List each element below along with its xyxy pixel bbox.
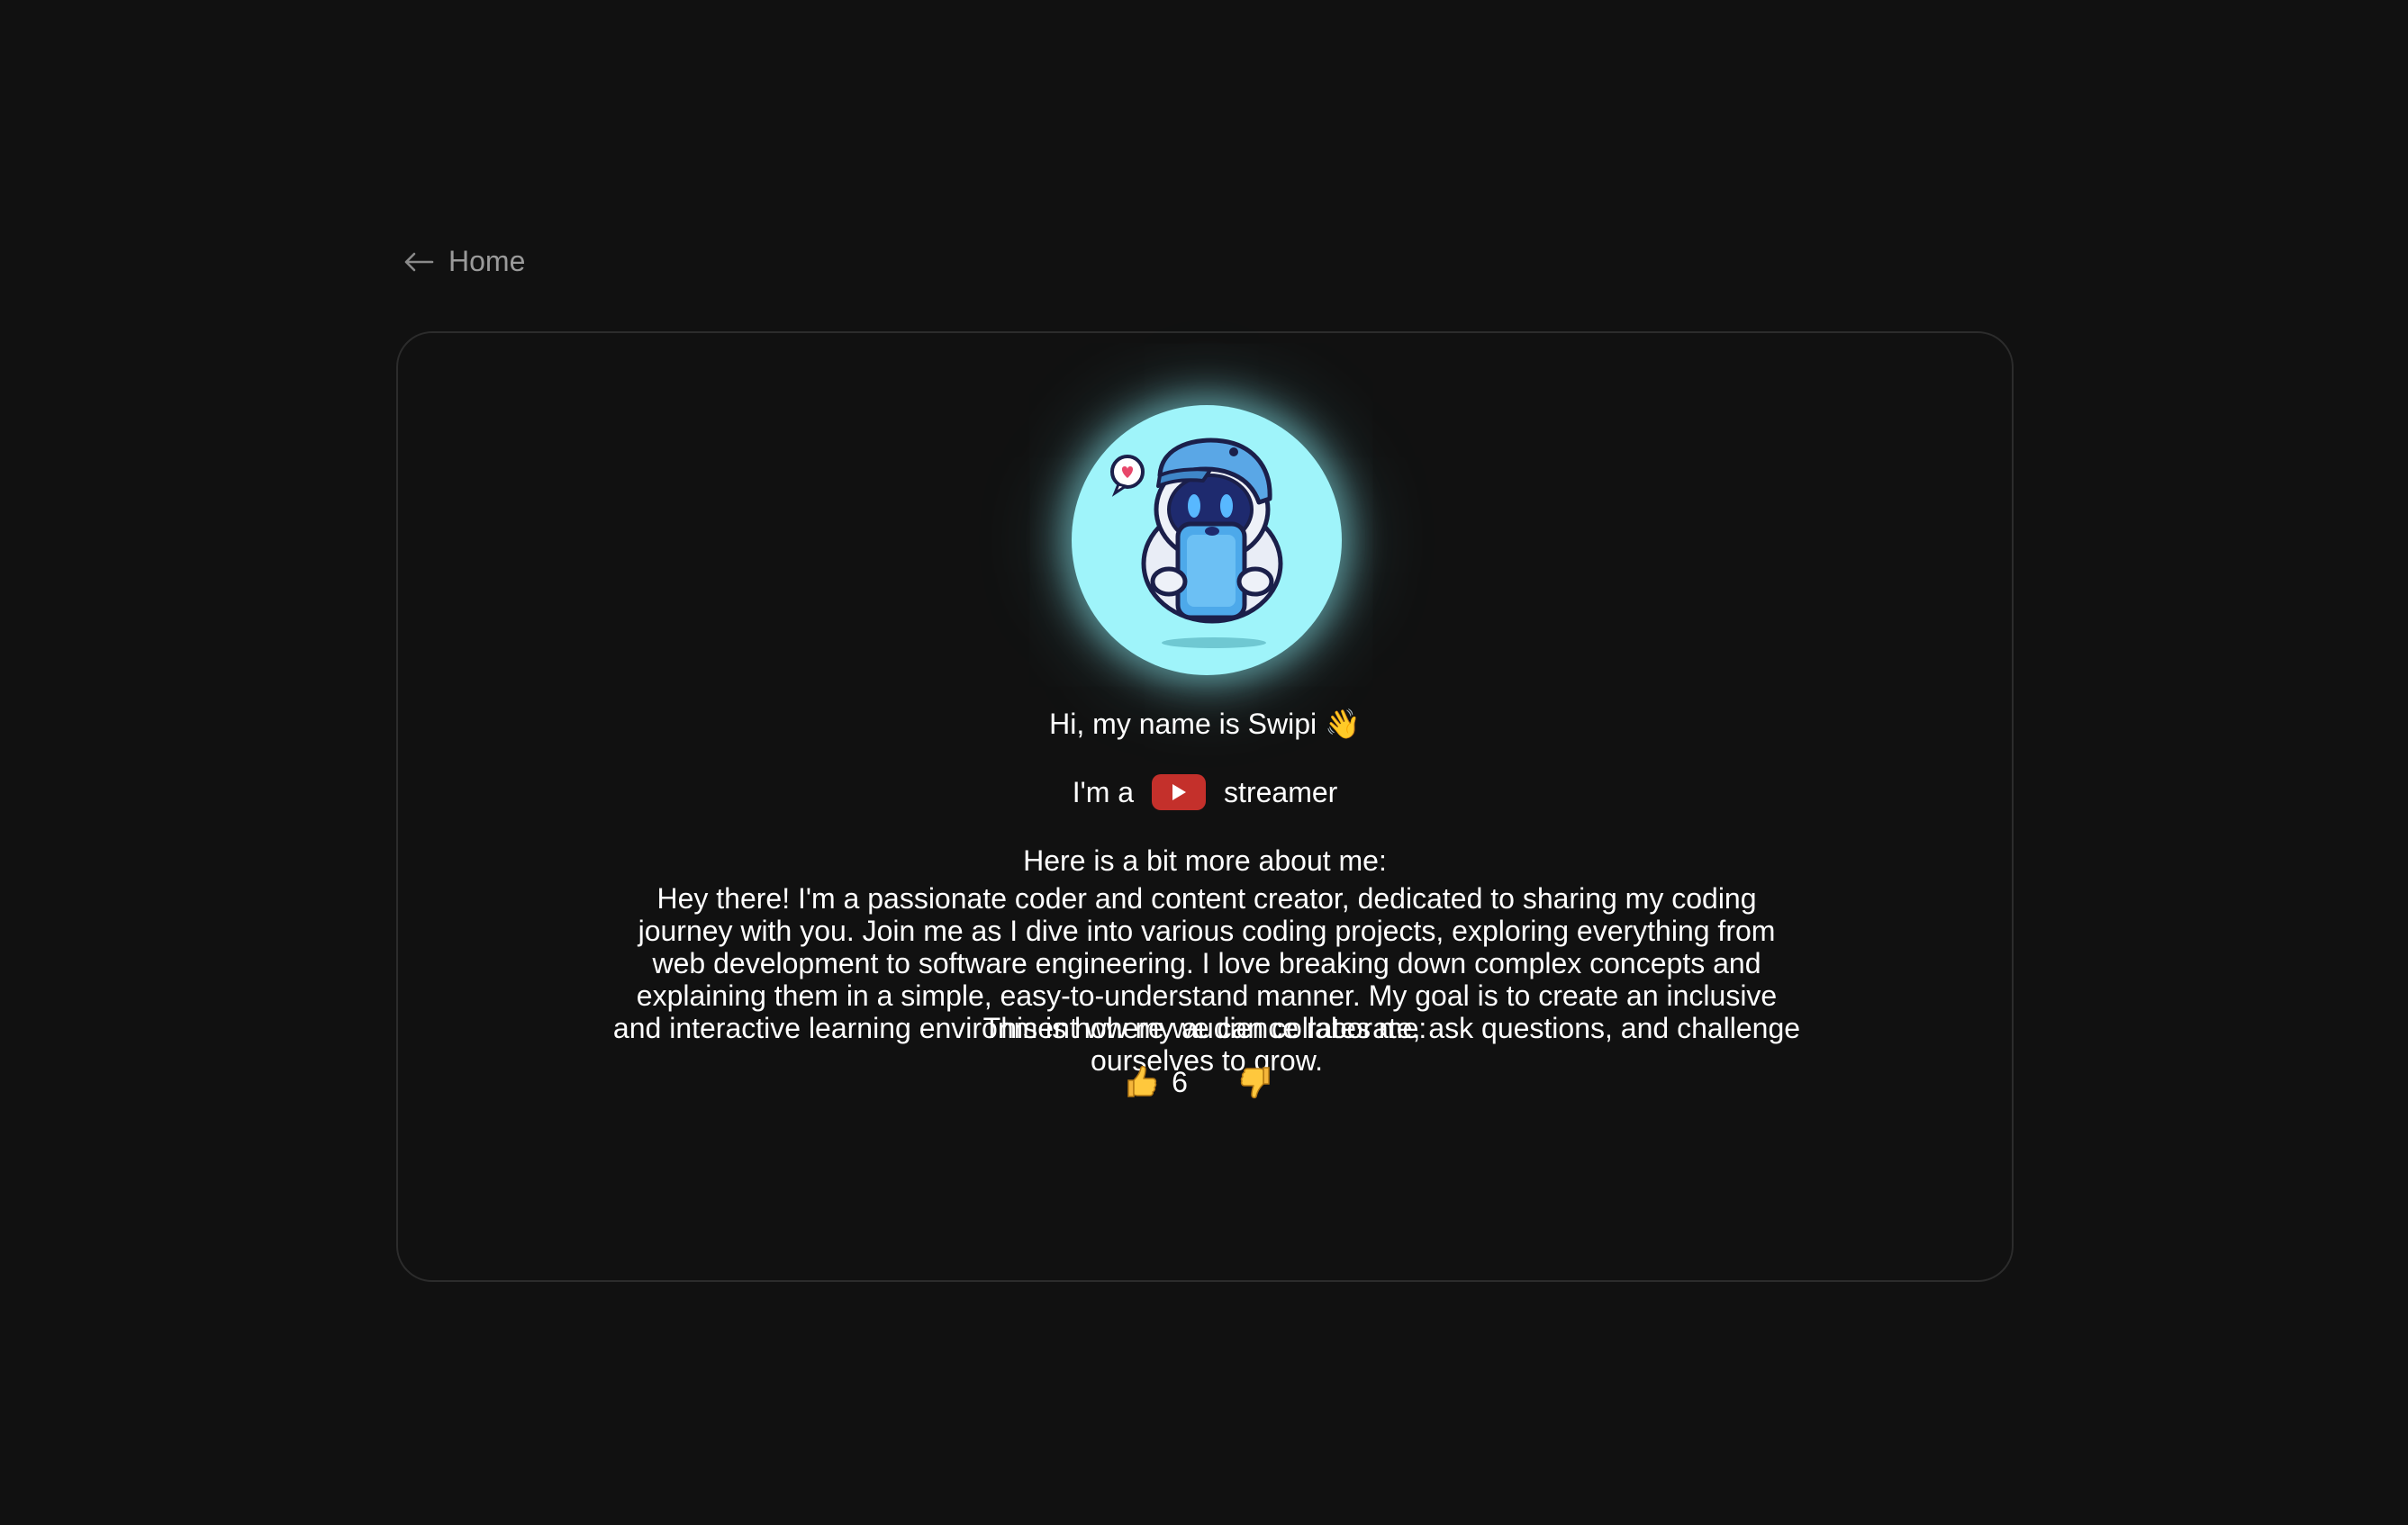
avatar <box>1072 405 1342 675</box>
rating-row: 6 <box>398 1062 2012 1102</box>
greeting-text: Hi, my name is Swipi 👋 <box>1049 708 1361 740</box>
thumbs-up-button[interactable]: 6 <box>1123 1062 1188 1102</box>
role-prefix: I'm a <box>1072 776 1135 808</box>
role-suffix: streamer <box>1224 776 1338 808</box>
about-text: Hey there! I'm a passionate coder and co… <box>612 882 1801 1077</box>
robot-avatar-illustration <box>1110 438 1283 648</box>
arrow-left-icon <box>403 251 434 273</box>
about-heading: Here is a bit more about me: <box>1023 844 1387 877</box>
profile-card: Hi, my name is Swipi 👋 I'm a streamer He… <box>396 331 2014 1282</box>
thumbs-up-count: 6 <box>1172 1066 1188 1098</box>
back-home-link[interactable]: Home <box>403 245 525 278</box>
role-line: I'm a streamer <box>398 774 2012 810</box>
rating-heading: This is how my audience rates me: <box>982 1012 1427 1044</box>
thumbs-down-icon <box>1238 1064 1274 1100</box>
back-home-label: Home <box>448 245 526 277</box>
thumbs-down-button[interactable] <box>1238 1064 1287 1100</box>
thumbs-up-icon <box>1123 1064 1159 1100</box>
youtube-icon <box>1152 774 1207 810</box>
page: Home Hi, my name is Swipi 👋 I'm a stream… <box>0 0 2408 1525</box>
